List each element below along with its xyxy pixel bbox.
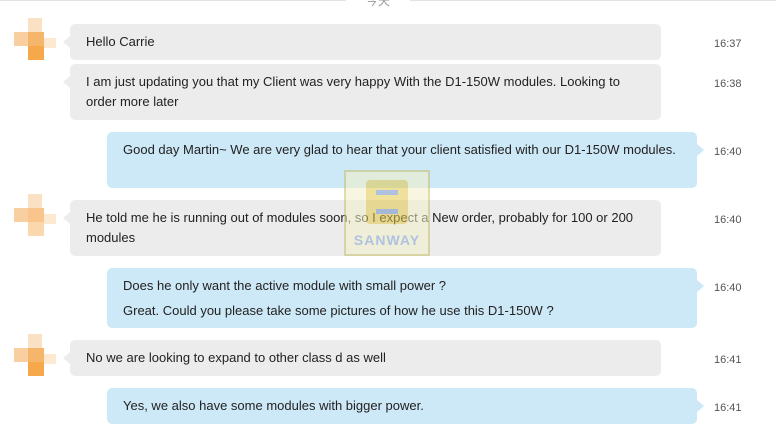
message-text: Great. Could you please take some pictur…	[123, 303, 554, 318]
contact-avatar[interactable]	[14, 334, 58, 378]
message-time: 16:40	[714, 214, 742, 226]
message-text: Good day Martin~ We are very glad to hea…	[123, 142, 676, 157]
message-bubble-incoming: Hello Carrie	[63, 24, 661, 60]
contact-avatar[interactable]	[14, 194, 58, 238]
message-time: 16:38	[714, 78, 742, 90]
message-time: 16:40	[714, 282, 742, 294]
message-bubble-outgoing: Does he only want the active module with…	[107, 268, 704, 328]
message-time: 16:41	[714, 402, 742, 414]
contact-avatar[interactable]	[14, 18, 58, 62]
message-time: 16:41	[714, 354, 742, 366]
message-bubble-incoming: No we are looking to expand to other cla…	[63, 340, 661, 376]
message-bubble-outgoing: Yes, we also have some modules with bigg…	[107, 388, 704, 424]
message-text: Does he only want the active module with…	[123, 278, 446, 293]
date-divider-label: 今天	[346, 0, 410, 8]
message-text: No we are looking to expand to other cla…	[86, 350, 386, 365]
message-text: Yes, we also have some modules with bigg…	[123, 398, 424, 413]
message-time: 16:37	[714, 38, 742, 50]
message-time: 16:40	[714, 146, 742, 158]
watermark-text: SANWAY	[353, 232, 421, 248]
message-text: I am just updating you that my Client wa…	[86, 74, 620, 109]
message-text: Hello Carrie	[86, 34, 155, 49]
logo-s-icon	[366, 180, 408, 224]
message-bubble-incoming: I am just updating you that my Client wa…	[63, 64, 661, 120]
sanway-watermark-logo: SANWAY	[344, 170, 430, 256]
